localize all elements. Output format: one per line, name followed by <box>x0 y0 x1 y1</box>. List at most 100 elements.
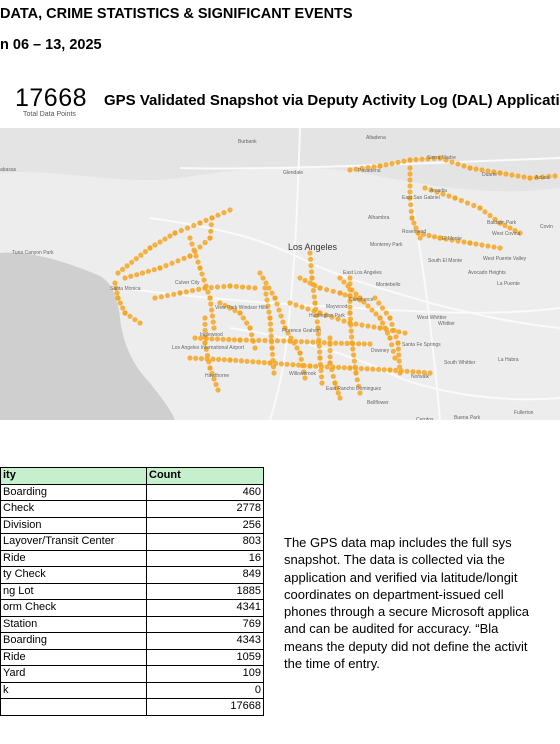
gps-dot <box>208 284 214 291</box>
gps-dot <box>464 200 471 206</box>
gps-dot <box>269 351 276 357</box>
gps-dot <box>452 195 458 201</box>
count-cell: 460 <box>146 483 264 501</box>
activity-cell: orm Check <box>0 599 147 617</box>
gps-dot <box>413 157 419 163</box>
gps-dot <box>507 225 513 231</box>
gps-dot <box>246 284 252 291</box>
gps-dot <box>307 256 314 262</box>
gps-dot <box>347 281 353 287</box>
gps-dot <box>341 365 347 371</box>
gps-dot <box>252 345 258 351</box>
map-label-norwalk: Norwalk <box>411 374 430 380</box>
gps-dot <box>178 227 184 234</box>
gps-dot <box>389 321 395 327</box>
gps-dot <box>397 370 403 376</box>
gps-dot <box>521 174 527 180</box>
gps-dot <box>299 362 306 369</box>
gps-dot <box>527 175 533 181</box>
map-label-santa-monica: Santa Monica <box>110 286 141 292</box>
activity-cell: Ride <box>0 549 147 567</box>
map-label-view-park: View Park Windsor Hills <box>215 305 268 311</box>
map-label-avocado-heights: Avocado Heights <box>468 270 506 276</box>
table-row: k0 <box>0 681 264 699</box>
gps-dot <box>240 315 246 321</box>
map-label-huntington-park: Huntington Park <box>309 313 345 319</box>
gps-dot <box>157 239 163 245</box>
gps-dot <box>344 340 350 346</box>
gps-dot <box>387 335 393 341</box>
gps-dot <box>503 171 509 177</box>
gps-dot <box>327 347 333 354</box>
gps-dot <box>209 215 215 221</box>
gps-dot <box>284 361 290 367</box>
gps-dot <box>467 240 473 246</box>
gps-dot <box>276 307 282 313</box>
map-label-buena-park: Buena Park <box>454 415 481 420</box>
gps-dot <box>274 301 280 307</box>
gps-dot <box>317 349 323 355</box>
gps-dot <box>337 290 343 296</box>
gps-dot <box>208 222 214 228</box>
gps-dot <box>244 358 250 364</box>
gps-dot <box>473 241 479 247</box>
paragraph-line: the time of entry. <box>284 656 380 672</box>
count-cell: 16 <box>146 549 264 567</box>
gps-dot <box>237 337 243 343</box>
gps-dot <box>195 259 201 265</box>
gps-dot <box>338 340 344 346</box>
gps-dot <box>129 259 135 265</box>
activity-cell: k <box>0 681 147 699</box>
gps-dot <box>221 283 227 290</box>
gps-dot <box>278 361 284 367</box>
gps-dot <box>172 230 178 236</box>
gps-dot <box>324 287 330 293</box>
gps-dot <box>391 327 397 334</box>
gps-dot <box>187 355 193 361</box>
gps-dot <box>407 165 413 171</box>
gps-dot <box>393 334 399 340</box>
map-label-west-puente-valley: West Puente Valley <box>483 256 527 262</box>
gps-dot <box>365 323 371 329</box>
gps-dot <box>256 337 262 343</box>
gps-dot <box>197 244 203 250</box>
gps-dot <box>127 313 133 319</box>
map-label-topanga: Tuna Canyon Park <box>12 250 54 256</box>
count-cell: 1885 <box>146 582 264 600</box>
activity-cell: Boarding <box>0 632 147 650</box>
gps-dot <box>383 162 389 168</box>
gps-dot <box>353 370 359 376</box>
gps-dot <box>369 307 375 313</box>
map-label-la-habra: La Habra <box>498 357 519 363</box>
gps-dot <box>266 285 272 291</box>
gps-dot <box>287 300 293 306</box>
activity-cell <box>0 698 147 716</box>
map-label-glendale: Glendale <box>283 170 303 176</box>
gps-dot <box>376 366 382 372</box>
total-data-points-value: 17668 <box>15 84 88 112</box>
map-title: GPS Validated Snapshot via Deputy Activi… <box>104 92 560 109</box>
gps-description-paragraph: The GPS data map includes the full sys s… <box>284 534 560 672</box>
gps-dot <box>396 352 402 358</box>
gps-dot <box>202 239 208 246</box>
gps-dot <box>352 364 358 370</box>
gps-dot <box>184 225 191 231</box>
gps-dot <box>396 329 402 335</box>
gps-dot <box>256 359 262 365</box>
map-label-santa-fe-springs: Santa Fe Springs <box>402 342 441 348</box>
gps-dot <box>311 294 317 300</box>
gps-dot <box>124 263 130 269</box>
gps-dot <box>349 334 355 340</box>
map-label-la-puente: La Puente <box>497 281 520 287</box>
table-row: ty Check 849 <box>0 566 264 584</box>
gps-dot <box>312 300 318 306</box>
gps-dot <box>291 340 297 346</box>
map-label-cerritos: Cerritos <box>416 417 434 420</box>
gps-dot <box>238 358 244 364</box>
gps-dot <box>397 364 403 370</box>
table-row: Division 256 <box>0 516 264 534</box>
gps-dot <box>134 272 140 278</box>
gps-dot <box>207 235 213 241</box>
gps-dot <box>260 275 266 281</box>
gps-dot <box>281 338 287 344</box>
